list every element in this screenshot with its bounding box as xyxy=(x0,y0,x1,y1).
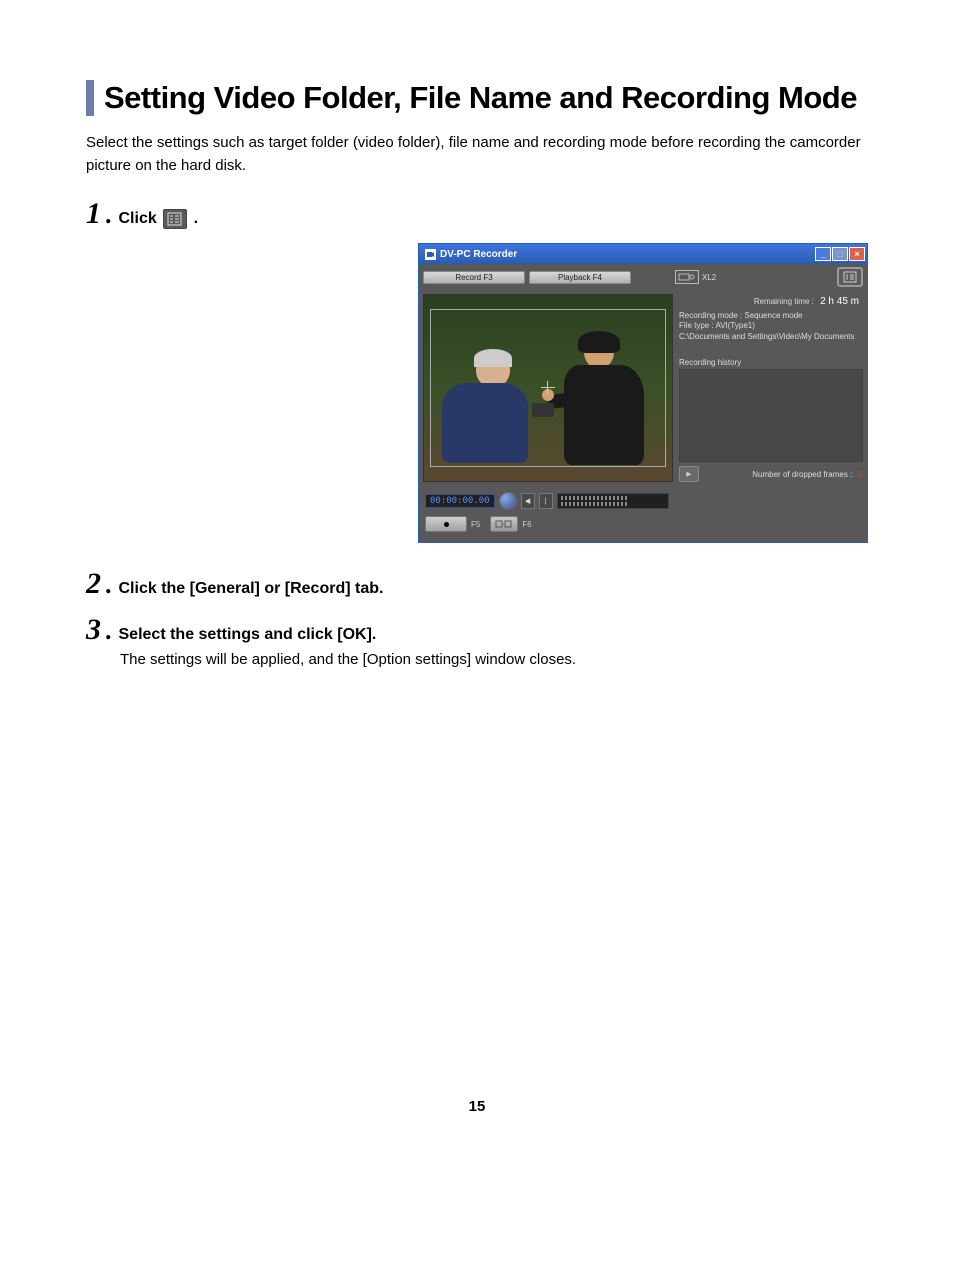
play-history-button[interactable]: ▶ xyxy=(679,466,699,482)
window-title: DV-PC Recorder xyxy=(440,249,815,260)
step-1-post: . xyxy=(194,210,198,227)
transport-controls: 00:00:00.00 ◀ | F5 F6 xyxy=(419,486,867,542)
minimize-button[interactable]: _ xyxy=(815,247,831,261)
step-1-pre: Click xyxy=(119,210,162,227)
video-preview xyxy=(423,294,673,482)
info-filetype: File type : AVI(Type1) xyxy=(679,321,863,331)
options-icon xyxy=(163,209,187,229)
jog-dial[interactable] xyxy=(499,492,517,510)
step-3-number: 3 xyxy=(86,613,100,647)
step-1-number: 1 xyxy=(86,197,100,231)
audio-meter xyxy=(557,493,669,509)
options-button[interactable] xyxy=(837,267,863,287)
f6-label: F6 xyxy=(522,520,531,529)
remaining-label: Remaining time : xyxy=(754,297,814,306)
maximize-button[interactable]: □ xyxy=(832,247,848,261)
split-button[interactable] xyxy=(490,516,518,532)
dropped-label: Number of dropped frames : xyxy=(752,470,852,479)
tab-playback[interactable]: Playback F4 xyxy=(529,271,631,284)
step-2: 2 . Click the [General] or [Record] tab. xyxy=(86,567,868,601)
step-1-text: Click . xyxy=(119,209,199,229)
record-button[interactable] xyxy=(425,516,467,532)
step-2-number: 2 xyxy=(86,567,100,601)
close-button[interactable]: × xyxy=(849,247,865,261)
titlebar: DV-PC Recorder _ □ × xyxy=(419,244,867,264)
camera-model: XL2 xyxy=(702,273,716,282)
body-area: Remaining time : 2 h 45 m Recording mode… xyxy=(419,290,867,486)
step-1-dot: . xyxy=(106,200,113,230)
camera-indicator: XL2 xyxy=(675,270,716,284)
page-number: 15 xyxy=(86,1098,868,1115)
intro-text: Select the settings such as target folde… xyxy=(86,132,868,177)
remaining-value: 2 h 45 m xyxy=(820,296,859,307)
record-dot-icon xyxy=(444,522,449,527)
step-fwd-button[interactable]: | xyxy=(539,493,553,509)
dropped-value: 0 xyxy=(859,470,863,479)
app-window: DV-PC Recorder _ □ × Record F3 Playback … xyxy=(418,243,868,543)
main-toolbar: Record F3 Playback F4 XL2 xyxy=(419,264,867,290)
timecode-display: 00:00:00.00 xyxy=(425,494,495,508)
step-1: 1 . Click . xyxy=(86,197,868,231)
recording-info: Recording mode : Sequence mode File type… xyxy=(679,309,863,348)
safe-frame xyxy=(430,309,666,467)
history-list[interactable] xyxy=(679,369,863,462)
info-mode: Recording mode : Sequence mode xyxy=(679,311,863,321)
step-3: 3 . Select the settings and click [OK]. … xyxy=(86,613,868,668)
step-2-text: Click the [General] or [Record] tab. xyxy=(119,580,384,598)
f5-label: F5 xyxy=(471,520,480,529)
step-2-dot: . xyxy=(106,570,113,600)
app-screenshot: DV-PC Recorder _ □ × Record F3 Playback … xyxy=(418,243,868,543)
remaining-time: Remaining time : 2 h 45 m xyxy=(679,294,863,309)
title-block: Setting Video Folder, File Name and Reco… xyxy=(86,80,868,116)
page-title: Setting Video Folder, File Name and Reco… xyxy=(104,80,868,116)
info-path: C:\Documents and Settings\Video\My Docum… xyxy=(679,332,863,342)
info-panel: Remaining time : 2 h 45 m Recording mode… xyxy=(679,294,863,482)
window-controls: _ □ × xyxy=(815,247,865,261)
camera-icon xyxy=(675,270,699,284)
dropped-frames-row: ▶ Number of dropped frames : 0 xyxy=(679,466,863,482)
history-label: Recording history xyxy=(679,358,863,367)
step-3-dot: . xyxy=(106,616,113,646)
tab-record[interactable]: Record F3 xyxy=(423,271,525,284)
step-3-text: Select the settings and click [OK]. xyxy=(119,626,377,644)
step-back-button[interactable]: ◀ xyxy=(521,493,535,509)
step-3-subtext: The settings will be applied, and the [O… xyxy=(120,651,868,668)
app-icon xyxy=(425,249,436,260)
